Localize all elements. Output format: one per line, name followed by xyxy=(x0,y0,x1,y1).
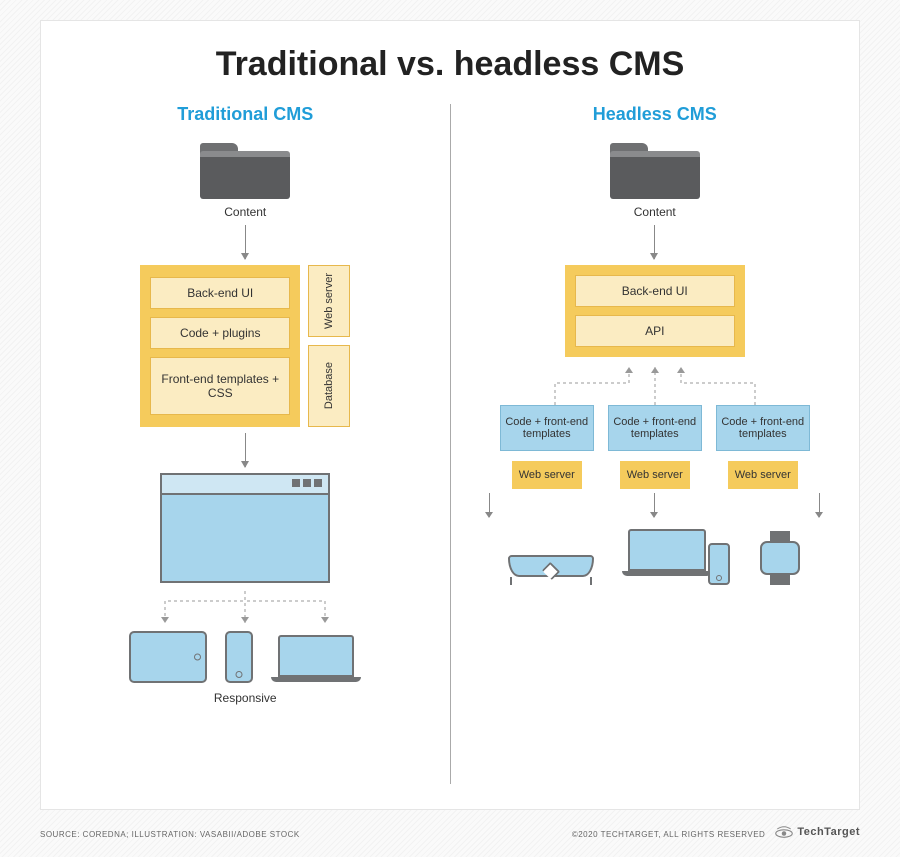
web-server-2: Web server xyxy=(620,461,690,489)
source-credit: SOURCE: COREDNA; ILLUSTRATION: VASABII/A… xyxy=(40,830,300,839)
copyright: ©2020 TECHTARGET, ALL RIGHTS RESERVED xyxy=(572,830,766,839)
folder-icon xyxy=(610,139,700,199)
frontend-templates-box: Front-end templates + CSS xyxy=(150,357,290,415)
code-plugins-box: Code + plugins xyxy=(150,317,290,349)
laptop-icon xyxy=(271,635,361,683)
webserver-row: Web server Web server Web server xyxy=(451,461,860,489)
traditional-heading: Traditional CMS xyxy=(41,104,450,125)
dashed-fanout xyxy=(115,591,375,631)
backend-ui-box: Back-end UI xyxy=(150,277,290,309)
smartwatch-icon xyxy=(758,531,802,585)
content-label: Content xyxy=(451,205,860,219)
arrow-down-icon xyxy=(245,433,246,467)
frontend-triple: Code + front-end templates Code + front-… xyxy=(451,405,860,451)
arrow-down-icon xyxy=(819,493,820,517)
headless-backend-box: Back-end UI API xyxy=(565,265,745,357)
folder-icon xyxy=(200,139,290,199)
techtarget-logo: TechTarget xyxy=(775,825,860,839)
browser-window-icon xyxy=(160,473,330,583)
columns: Traditional CMS Content Back-end UI Code… xyxy=(41,104,859,784)
api-box: API xyxy=(575,315,735,347)
arrow-down-icon xyxy=(489,493,490,517)
headless-heading: Headless CMS xyxy=(451,104,860,125)
footer: SOURCE: COREDNA; ILLUSTRATION: VASABII/A… xyxy=(40,825,860,839)
phone-icon xyxy=(225,631,253,683)
frontend-box-3: Code + front-end templates xyxy=(716,405,810,451)
arrow-row xyxy=(451,489,860,521)
headless-column: Headless CMS Content Back-end UI API xyxy=(451,104,860,784)
device-row xyxy=(41,631,450,683)
backend-ui-box: Back-end UI xyxy=(575,275,735,307)
traditional-stack: Back-end UI Code + plugins Front-end tem… xyxy=(41,265,450,427)
diagram-card: Traditional vs. headless CMS Traditional… xyxy=(40,20,860,810)
database-box: Database xyxy=(308,345,350,427)
web-server-box: Web server xyxy=(308,265,350,337)
laptop-phone-icon xyxy=(628,529,724,585)
monolith-box: Back-end UI Code + plugins Front-end tem… xyxy=(140,265,300,427)
arrow-down-icon xyxy=(654,493,655,517)
frontend-box-2: Code + front-end templates xyxy=(608,405,702,451)
eye-icon xyxy=(775,825,793,839)
arrow-down-icon xyxy=(654,225,655,259)
side-column: Web server Database xyxy=(308,265,350,427)
frontend-box-1: Code + front-end templates xyxy=(500,405,594,451)
traditional-column: Traditional CMS Content Back-end UI Code… xyxy=(41,104,451,784)
responsive-label: Responsive xyxy=(41,691,450,705)
web-server-3: Web server xyxy=(728,461,798,489)
web-server-1: Web server xyxy=(512,461,582,489)
headless-device-row xyxy=(451,529,860,585)
content-label: Content xyxy=(41,205,450,219)
vr-glasses-icon xyxy=(508,555,594,585)
diagram-title: Traditional vs. headless CMS xyxy=(41,45,859,84)
dashed-fanout-up xyxy=(505,359,805,405)
arrow-down-icon xyxy=(245,225,246,259)
tablet-icon xyxy=(129,631,207,683)
